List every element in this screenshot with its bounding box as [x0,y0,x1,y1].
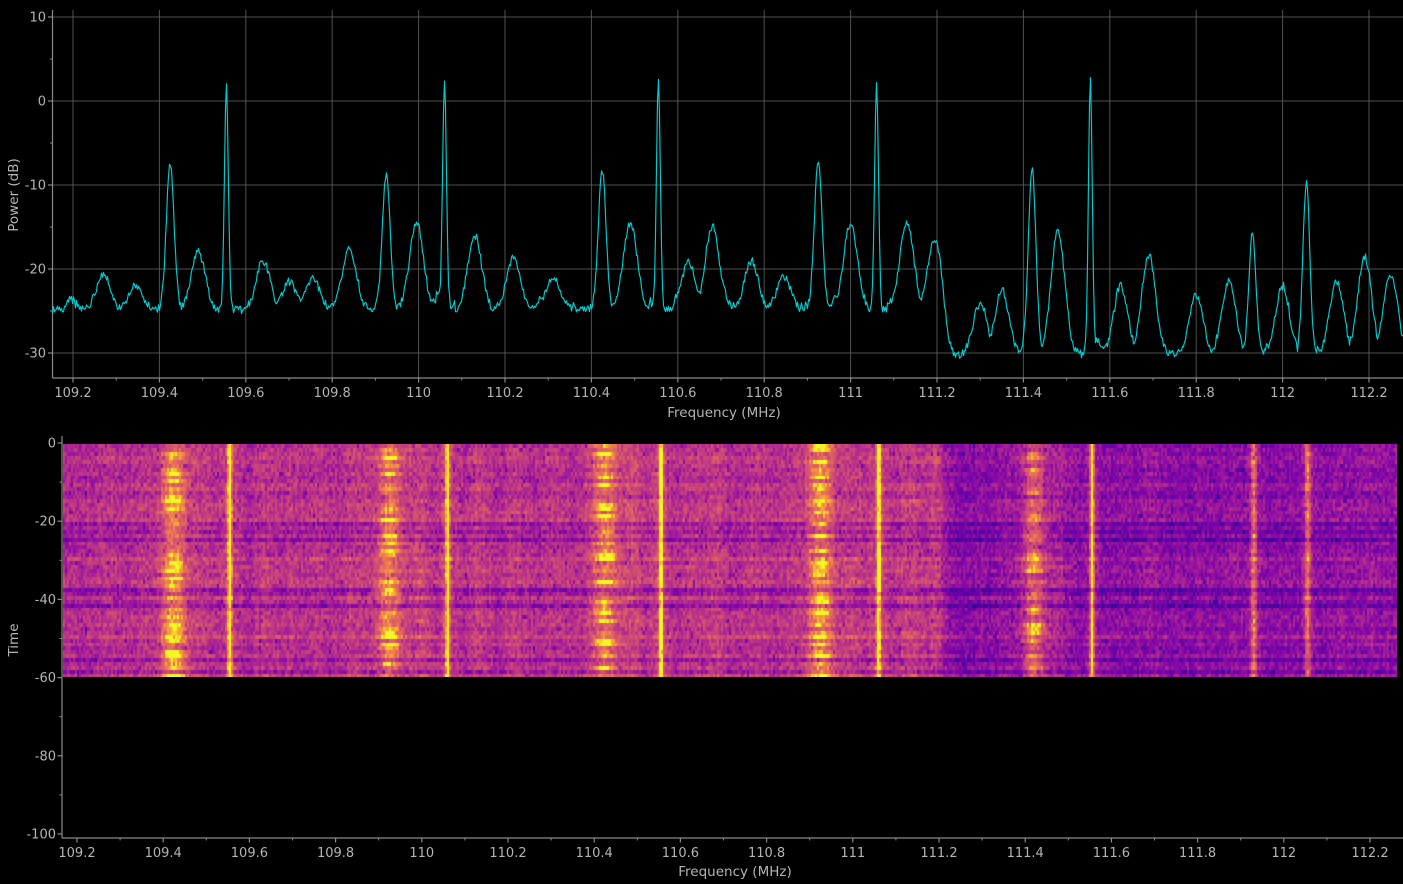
waterfall-xlabel: Frequency (MHz) [678,864,791,880]
svg-text:112: 112 [1271,846,1296,861]
svg-text:110.8: 110.8 [746,386,783,401]
spectrum-ylabel: Power (dB) [6,158,22,231]
svg-text:109.4: 109.4 [145,846,182,861]
svg-text:-100: -100 [26,828,56,843]
svg-text:110: 110 [406,386,431,401]
svg-text:-80: -80 [35,749,56,764]
svg-text:112: 112 [1270,386,1295,401]
svg-text:110.2: 110.2 [486,386,523,401]
svg-text:110.6: 110.6 [662,846,699,861]
svg-text:111: 111 [838,386,863,401]
svg-text:0: 0 [48,437,56,452]
svg-text:111.6: 111.6 [1093,846,1130,861]
svg-text:111.4: 111.4 [1005,386,1042,401]
svg-text:111: 111 [840,846,865,861]
svg-text:109.6: 109.6 [227,386,264,401]
waterfall-ylabel: Time [6,623,22,656]
svg-text:109.2: 109.2 [54,386,91,401]
svg-text:111.8: 111.8 [1179,846,1216,861]
svg-text:-20: -20 [25,263,46,278]
svg-text:-40: -40 [35,593,56,608]
svg-text:10: 10 [29,11,46,26]
svg-text:109.8: 109.8 [317,846,354,861]
waterfall-panel: 109.2 109.4 109.6 109.8 110 110.2 110.4 110.6 11… [0,434,1403,884]
svg-text:-60: -60 [35,671,56,686]
svg-text:112.2: 112.2 [1351,846,1388,861]
svg-text:111.8: 111.8 [1178,386,1215,401]
svg-text:109.2: 109.2 [58,846,95,861]
spectrum-panel: 109.2 109.4 109.6 109.8 110 110.2 110.4 110.6 11… [0,0,1403,434]
svg-text:110.4: 110.4 [573,386,610,401]
svg-text:110.8: 110.8 [748,846,785,861]
svg-text:111.2: 111.2 [920,846,957,861]
svg-text:110: 110 [409,846,434,861]
svg-text:110.2: 110.2 [489,846,526,861]
svg-text:0: 0 [38,95,46,110]
svg-text:111.4: 111.4 [1007,846,1044,861]
svg-text:111.2: 111.2 [918,386,955,401]
svg-text:110.6: 110.6 [659,386,696,401]
svg-text:111.6: 111.6 [1091,386,1128,401]
waterfall-axes: 109.2 109.4 109.6 109.8 110 110.2 110.4 110.6 11… [0,434,1403,884]
power-spectrum-plot: 109.2 109.4 109.6 109.8 110 110.2 110.4 110.6 11… [0,0,1403,434]
spectrum-analyzer-figure: 109.2 109.4 109.6 109.8 110 110.2 110.4 110.6 11… [0,0,1403,884]
spectrum-xlabel: Frequency (MHz) [667,405,780,421]
svg-text:109.6: 109.6 [231,846,268,861]
svg-text:110.4: 110.4 [576,846,613,861]
svg-text:109.4: 109.4 [141,386,178,401]
svg-text:112.2: 112.2 [1350,386,1387,401]
svg-text:-30: -30 [25,347,46,362]
svg-text:-10: -10 [25,179,46,194]
svg-text:109.8: 109.8 [314,386,351,401]
svg-text:-20: -20 [35,515,56,530]
